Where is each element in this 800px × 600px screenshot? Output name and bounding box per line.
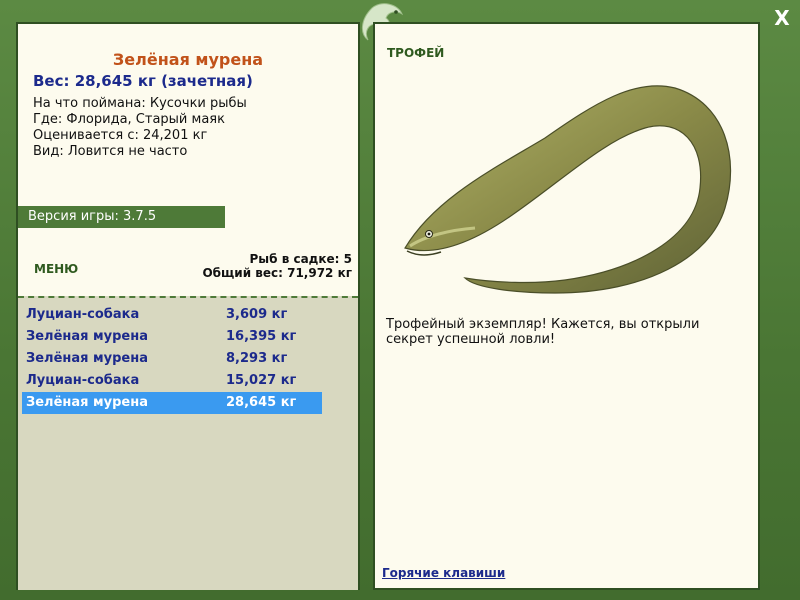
keepnet-count: Рыб в садке: 5 [249, 252, 353, 266]
catch-name: Луциан-собака [26, 307, 140, 322]
valued-line: Оценивается с: 24,201 кг [33, 128, 208, 143]
menu-button[interactable]: МЕНЮ [34, 262, 78, 276]
hotkeys-link[interactable]: Горячие клавиши [382, 566, 505, 580]
catch-row-0[interactable]: Луциан-собака 3,609 кг [22, 304, 322, 326]
keepnet-total-weight: Общий вес: 71,972 кг [202, 266, 352, 280]
location-line: Где: Флорида, Старый маяк [33, 112, 225, 127]
catch-row-4[interactable]: Зелёная мурена 28,645 кг [22, 392, 322, 414]
bait-line: На что поймана: Кусочки рыбы [33, 96, 247, 111]
catch-name: Зелёная мурена [26, 395, 148, 410]
catch-row-3[interactable]: Луциан-собака 15,027 кг [22, 370, 322, 392]
catch-weight: 28,645 кг [226, 395, 297, 410]
fish-details: На что поймана: Кусочки рыбы Где: Флорид… [33, 96, 247, 160]
fish-weight: Вес: 28,645 кг (зачетная) [33, 72, 253, 90]
catch-name: Луциан-собака [26, 373, 140, 388]
trophy-message: Трофейный экземпляр! Кажется, вы открыли… [386, 317, 700, 347]
catch-weight: 15,027 кг [226, 373, 297, 388]
game-version: Версия игры: 3.7.5 [18, 206, 225, 228]
close-icon[interactable]: X [774, 6, 789, 30]
keepnet-stats: Рыб в садке: 5 Общий вес: 71,972 кг [202, 252, 352, 280]
catch-list: Луциан-собака 3,609 кг Зелёная мурена 16… [18, 296, 358, 590]
catch-name: Зелёная мурена [26, 329, 148, 344]
fish-name: Зелёная мурена [112, 50, 264, 69]
close-button[interactable]: X [770, 6, 794, 30]
catch-weight: 8,293 кг [226, 351, 288, 366]
fish-info-panel: Зелёная мурена Вес: 28,645 кг (зачетная)… [16, 22, 360, 590]
catch-weight: 16,395 кг [226, 329, 297, 344]
catch-row-2[interactable]: Зелёная мурена 8,293 кг [22, 348, 322, 370]
green-moray-eel-image [404, 85, 732, 294]
catch-row-1[interactable]: Зелёная мурена 16,395 кг [22, 326, 322, 348]
kind-line: Вид: Ловится не часто [33, 144, 188, 159]
catch-name: Зелёная мурена [26, 351, 148, 366]
trophy-panel: ТРОФЕЙ Трофейный экземпляр! Кажется, вы … [373, 22, 760, 590]
catch-weight: 3,609 кг [226, 307, 288, 322]
